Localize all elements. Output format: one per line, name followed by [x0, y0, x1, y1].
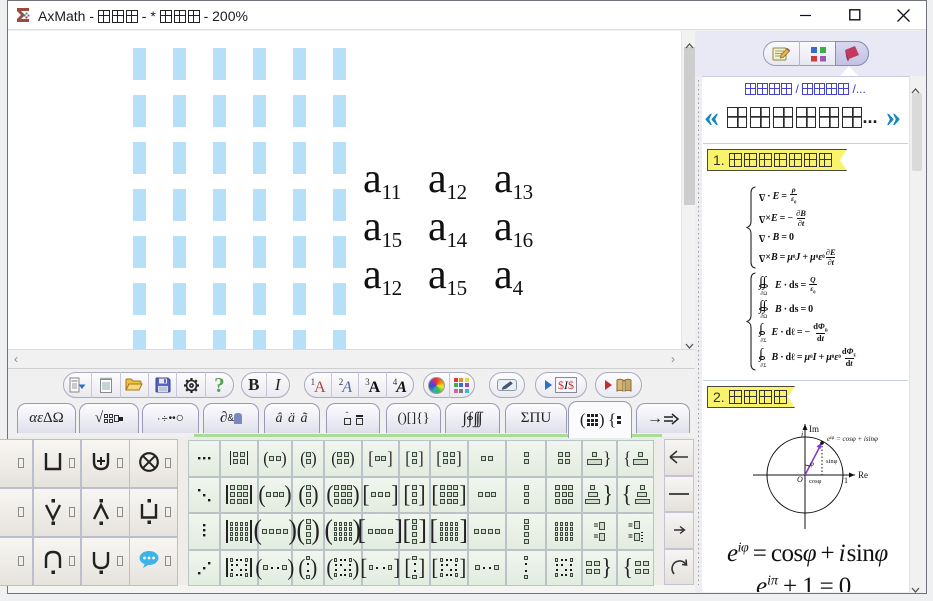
svg-text:Im: Im — [809, 424, 819, 434]
svg-text:sinφ: sinφ — [826, 458, 838, 465]
svg-text:eiφ = cosφ + isinφ: eiφ = cosφ + isinφ — [827, 435, 878, 443]
svg-text:Re: Re — [858, 470, 868, 480]
svg-text:1: 1 — [844, 476, 848, 485]
svg-text:O: O — [797, 475, 803, 484]
svg-text:cosφ: cosφ — [809, 478, 822, 485]
svg-text:i: i — [801, 430, 803, 439]
svg-text:φ: φ — [810, 460, 814, 468]
